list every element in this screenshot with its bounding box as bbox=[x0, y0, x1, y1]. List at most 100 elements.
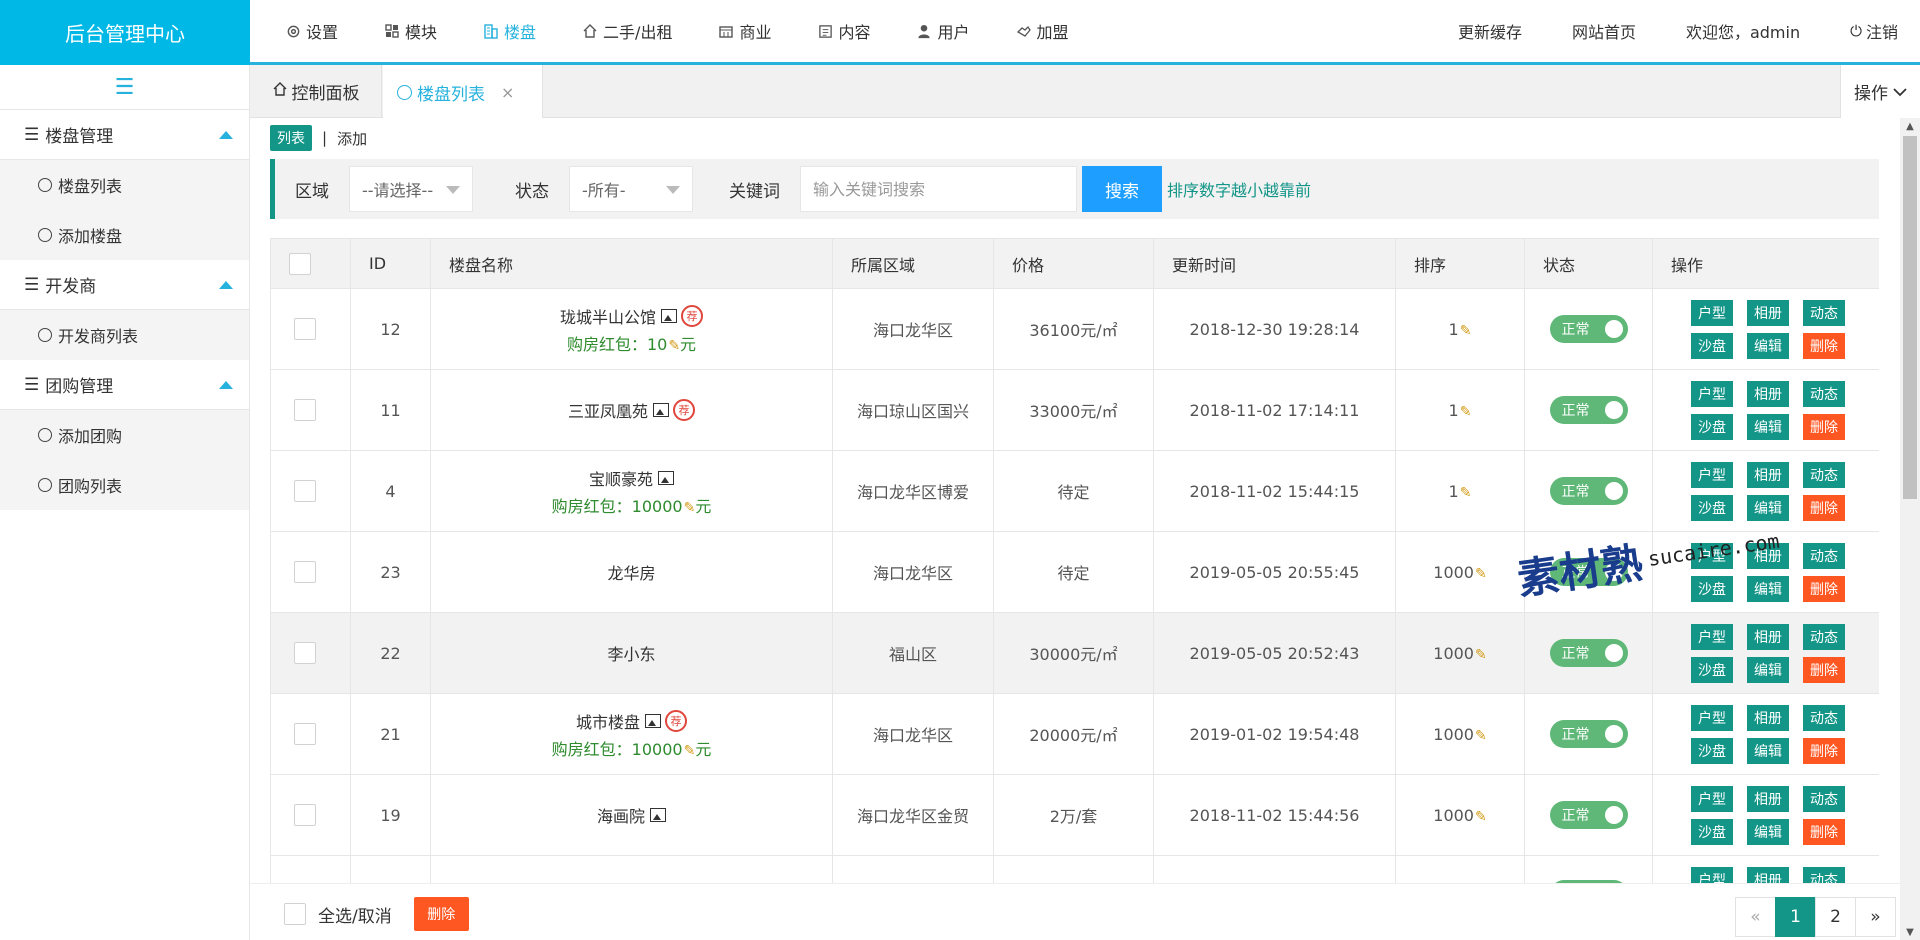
news-button[interactable]: 动态 bbox=[1803, 380, 1845, 407]
delete-button[interactable]: 删除 bbox=[1803, 413, 1845, 440]
news-button[interactable]: 动态 bbox=[1803, 623, 1845, 650]
delete-button[interactable]: 删除 bbox=[1803, 332, 1845, 359]
news-button[interactable]: 动态 bbox=[1803, 704, 1845, 731]
logout-link[interactable]: ⏻ 注销 bbox=[1850, 19, 1898, 43]
row-checkbox[interactable] bbox=[294, 561, 316, 583]
sandbox-button[interactable]: 沙盘 bbox=[1691, 818, 1733, 845]
status-toggle[interactable]: 正常 bbox=[1549, 720, 1628, 748]
image-icon[interactable] bbox=[645, 713, 661, 728]
image-icon[interactable] bbox=[658, 470, 674, 485]
news-button[interactable]: 动态 bbox=[1803, 461, 1845, 488]
batch-delete-button[interactable]: 删除 bbox=[413, 897, 469, 931]
delete-button[interactable]: 删除 bbox=[1803, 494, 1845, 521]
pager-page-2[interactable]: 2 bbox=[1815, 897, 1856, 937]
edit-button[interactable]: 编辑 bbox=[1747, 332, 1789, 359]
layout-button[interactable]: 户型 bbox=[1691, 785, 1733, 812]
delete-button[interactable]: 删除 bbox=[1803, 737, 1845, 764]
pencil-icon[interactable]: ✎ bbox=[1475, 566, 1487, 582]
status-toggle[interactable]: 正常 bbox=[1549, 396, 1628, 424]
edit-button[interactable]: 编辑 bbox=[1747, 737, 1789, 764]
delete-button[interactable]: 删除 bbox=[1803, 656, 1845, 683]
status-toggle[interactable]: 正常 bbox=[1549, 315, 1628, 343]
scroll-up-icon[interactable]: ▲ bbox=[1900, 118, 1920, 134]
pager-next[interactable]: » bbox=[1855, 897, 1896, 937]
pencil-icon[interactable]: ✎ bbox=[1460, 323, 1472, 339]
sidebar-item-developer-list[interactable]: 开发商列表 bbox=[0, 310, 249, 360]
status-toggle[interactable]: 正常 bbox=[1549, 801, 1628, 829]
album-button[interactable]: 相册 bbox=[1747, 380, 1789, 407]
select-all-header-checkbox[interactable] bbox=[289, 252, 311, 275]
row-checkbox[interactable] bbox=[294, 480, 316, 502]
tab-building-list[interactable]: 楼盘列表 × bbox=[383, 65, 543, 119]
news-button[interactable]: 动态 bbox=[1803, 542, 1845, 569]
sidebar-group-groupbuy[interactable]: ☰ 团购管理 bbox=[0, 360, 249, 410]
pencil-icon[interactable]: ✎ bbox=[1460, 485, 1472, 501]
layout-button[interactable]: 户型 bbox=[1691, 380, 1733, 407]
pencil-icon[interactable]: ✎ bbox=[1475, 809, 1487, 825]
image-icon[interactable] bbox=[653, 403, 669, 417]
layout-button[interactable]: 户型 bbox=[1691, 299, 1733, 326]
status-toggle[interactable]: 正常 bbox=[1549, 477, 1628, 505]
area-select[interactable]: --请选择-- bbox=[349, 166, 473, 212]
pencil-icon[interactable]: ✎ bbox=[1475, 728, 1487, 744]
sandbox-button[interactable]: 沙盘 bbox=[1691, 413, 1733, 440]
nav-franchise[interactable]: 加盟 bbox=[1016, 19, 1069, 43]
edit-button[interactable]: 编辑 bbox=[1747, 575, 1789, 602]
nav-settings[interactable]: 设置 bbox=[285, 19, 338, 43]
tab-dashboard[interactable]: 控制面板 bbox=[250, 65, 382, 118]
delete-button[interactable]: 删除 bbox=[1803, 818, 1845, 845]
nav-content[interactable]: 内容 bbox=[817, 19, 870, 43]
subtab-list[interactable]: 列表 bbox=[270, 125, 312, 151]
edit-button[interactable]: 编辑 bbox=[1747, 656, 1789, 683]
row-checkbox[interactable] bbox=[294, 642, 316, 664]
sidebar-group-buildings[interactable]: ☰ 楼盘管理 bbox=[0, 110, 249, 160]
nav-secondhand[interactable]: 二手/出租 bbox=[582, 19, 672, 43]
row-checkbox[interactable] bbox=[294, 318, 316, 340]
search-button[interactable]: 搜索 bbox=[1082, 166, 1162, 212]
pencil-icon[interactable]: ✎ bbox=[1475, 647, 1487, 663]
nav-modules[interactable]: 模块 bbox=[384, 19, 437, 43]
album-button[interactable]: 相册 bbox=[1747, 866, 1789, 883]
album-button[interactable]: 相册 bbox=[1747, 785, 1789, 812]
sandbox-button[interactable]: 沙盘 bbox=[1691, 332, 1733, 359]
sidebar-group-developers[interactable]: ☰ 开发商 bbox=[0, 260, 249, 310]
news-button[interactable]: 动态 bbox=[1803, 785, 1845, 812]
delete-button[interactable]: 删除 bbox=[1803, 575, 1845, 602]
pager-page-1[interactable]: 1 bbox=[1775, 897, 1816, 937]
brand-logo[interactable]: 后台管理中心 bbox=[0, 0, 250, 65]
sandbox-button[interactable]: 沙盘 bbox=[1691, 737, 1733, 764]
row-checkbox[interactable] bbox=[294, 399, 316, 421]
select-all-checkbox[interactable] bbox=[284, 903, 306, 925]
site-home-link[interactable]: 网站首页 bbox=[1572, 19, 1636, 43]
album-button[interactable]: 相册 bbox=[1747, 461, 1789, 488]
pager-prev[interactable]: « bbox=[1735, 897, 1776, 937]
row-checkbox[interactable] bbox=[294, 723, 316, 745]
news-button[interactable]: 动态 bbox=[1803, 866, 1845, 883]
image-icon[interactable] bbox=[661, 308, 677, 323]
subtab-add[interactable]: 添加 bbox=[337, 128, 367, 149]
sidebar-item-add-groupbuy[interactable]: 添加团购 bbox=[0, 410, 249, 460]
album-button[interactable]: 相册 bbox=[1747, 299, 1789, 326]
pencil-icon[interactable]: ✎ bbox=[1460, 404, 1472, 420]
sidebar-toggle-icon[interactable]: ☰ bbox=[0, 65, 249, 110]
tab-ops-menu[interactable]: 操作 bbox=[1840, 65, 1920, 118]
refresh-cache-link[interactable]: 更新缓存 bbox=[1458, 19, 1522, 43]
layout-button[interactable]: 户型 bbox=[1691, 623, 1733, 650]
image-icon[interactable] bbox=[650, 808, 666, 822]
edit-button[interactable]: 编辑 bbox=[1747, 413, 1789, 440]
sidebar-item-add-building[interactable]: 添加楼盘 bbox=[0, 210, 249, 260]
vertical-scrollbar[interactable]: ▲ ▼ bbox=[1900, 118, 1920, 940]
layout-button[interactable]: 户型 bbox=[1691, 866, 1733, 883]
edit-button[interactable]: 编辑 bbox=[1747, 818, 1789, 845]
pencil-icon[interactable]: ✎ bbox=[668, 338, 680, 354]
scroll-thumb[interactable] bbox=[1903, 136, 1917, 499]
row-checkbox[interactable] bbox=[294, 804, 316, 826]
sidebar-item-groupbuy-list[interactable]: 团购列表 bbox=[0, 460, 249, 510]
sidebar-item-building-list[interactable]: 楼盘列表 bbox=[0, 160, 249, 210]
nav-users[interactable]: 用户 bbox=[916, 19, 970, 43]
close-icon[interactable]: × bbox=[501, 83, 514, 102]
keyword-input[interactable] bbox=[800, 166, 1077, 212]
album-button[interactable]: 相册 bbox=[1747, 623, 1789, 650]
scroll-down-icon[interactable]: ▼ bbox=[1900, 924, 1920, 940]
pencil-icon[interactable]: ✎ bbox=[684, 743, 696, 759]
